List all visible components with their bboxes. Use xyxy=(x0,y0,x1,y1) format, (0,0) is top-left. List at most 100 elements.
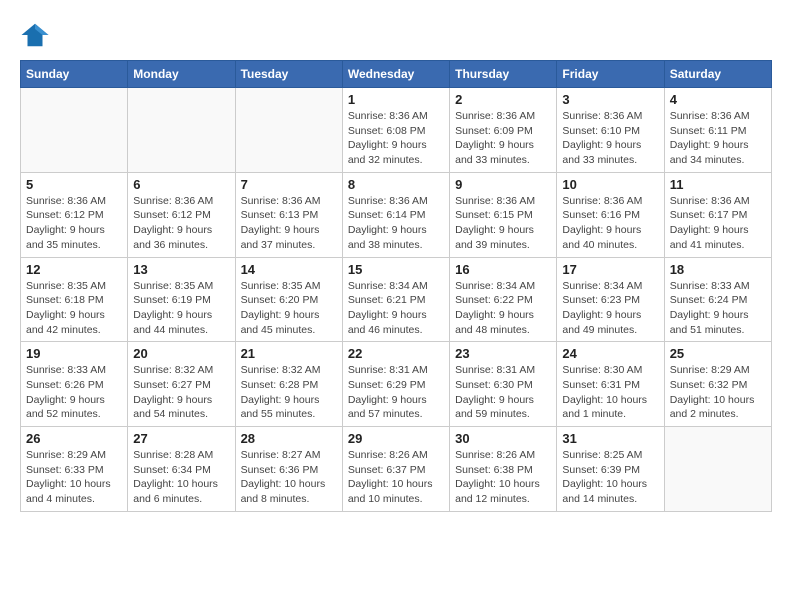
calendar-header-saturday: Saturday xyxy=(664,61,771,88)
day-info: Sunrise: 8:27 AM Sunset: 6:36 PM Dayligh… xyxy=(241,448,337,507)
day-number: 12 xyxy=(26,262,122,277)
calendar-cell: 16 Sunrise: 8:34 AM Sunset: 6:22 PM Dayli… xyxy=(450,257,557,342)
calendar-cell: 28 Sunrise: 8:27 AM Sunset: 6:36 PM Dayli… xyxy=(235,427,342,512)
calendar-cell xyxy=(235,88,342,173)
day-info: Sunrise: 8:36 AM Sunset: 6:10 PM Dayligh… xyxy=(562,109,658,168)
day-number: 27 xyxy=(133,431,229,446)
calendar-cell: 25 Sunrise: 8:29 AM Sunset: 6:32 PM Dayli… xyxy=(664,342,771,427)
day-number: 22 xyxy=(348,346,444,361)
calendar-header-friday: Friday xyxy=(557,61,664,88)
calendar-cell: 9 Sunrise: 8:36 AM Sunset: 6:15 PM Daylig… xyxy=(450,172,557,257)
day-number: 26 xyxy=(26,431,122,446)
day-number: 10 xyxy=(562,177,658,192)
calendar-cell: 2 Sunrise: 8:36 AM Sunset: 6:09 PM Daylig… xyxy=(450,88,557,173)
calendar-header-row: SundayMondayTuesdayWednesdayThursdayFrid… xyxy=(21,61,772,88)
calendar-cell xyxy=(664,427,771,512)
day-number: 1 xyxy=(348,92,444,107)
day-number: 14 xyxy=(241,262,337,277)
day-number: 24 xyxy=(562,346,658,361)
calendar-week-row: 1 Sunrise: 8:36 AM Sunset: 6:08 PM Daylig… xyxy=(21,88,772,173)
day-number: 21 xyxy=(241,346,337,361)
calendar-cell: 23Sunrise: 8:31 AM Sunset: 6:30 PM Dayli… xyxy=(450,342,557,427)
calendar-week-row: 19 Sunrise: 8:33 AM Sunset: 6:26 PM Dayli… xyxy=(21,342,772,427)
calendar-week-row: 5Sunrise: 8:36 AM Sunset: 6:12 PM Daylig… xyxy=(21,172,772,257)
day-info: Sunrise: 8:31 AM Sunset: 6:30 PM Dayligh… xyxy=(455,363,551,422)
calendar-cell: 13 Sunrise: 8:35 AM Sunset: 6:19 PM Dayli… xyxy=(128,257,235,342)
day-number: 9 xyxy=(455,177,551,192)
day-info: Sunrise: 8:36 AM Sunset: 6:13 PM Dayligh… xyxy=(241,194,337,253)
calendar-header-monday: Monday xyxy=(128,61,235,88)
calendar-cell: 24 Sunrise: 8:30 AM Sunset: 6:31 PM Dayli… xyxy=(557,342,664,427)
day-number: 29 xyxy=(348,431,444,446)
day-number: 16 xyxy=(455,262,551,277)
calendar-cell xyxy=(21,88,128,173)
day-info: Sunrise: 8:36 AM Sunset: 6:15 PM Dayligh… xyxy=(455,194,551,253)
calendar-cell: 31Sunrise: 8:25 AM Sunset: 6:39 PM Dayli… xyxy=(557,427,664,512)
calendar-cell: 8Sunrise: 8:36 AM Sunset: 6:14 PM Daylig… xyxy=(342,172,449,257)
day-number: 11 xyxy=(670,177,766,192)
day-number: 30 xyxy=(455,431,551,446)
day-info: Sunrise: 8:36 AM Sunset: 6:17 PM Dayligh… xyxy=(670,194,766,253)
calendar-cell: 14 Sunrise: 8:35 AM Sunset: 6:20 PM Dayli… xyxy=(235,257,342,342)
calendar-cell: 29 Sunrise: 8:26 AM Sunset: 6:37 PM Dayli… xyxy=(342,427,449,512)
calendar-cell: 12Sunrise: 8:35 AM Sunset: 6:18 PM Dayli… xyxy=(21,257,128,342)
page-header xyxy=(20,20,772,50)
day-info: Sunrise: 8:25 AM Sunset: 6:39 PM Dayligh… xyxy=(562,448,658,507)
day-number: 7 xyxy=(241,177,337,192)
day-number: 20 xyxy=(133,346,229,361)
day-info: Sunrise: 8:33 AM Sunset: 6:24 PM Dayligh… xyxy=(670,279,766,338)
day-number: 18 xyxy=(670,262,766,277)
day-info: Sunrise: 8:36 AM Sunset: 6:12 PM Dayligh… xyxy=(133,194,229,253)
calendar-cell: 19 Sunrise: 8:33 AM Sunset: 6:26 PM Dayli… xyxy=(21,342,128,427)
calendar-cell: 27 Sunrise: 8:28 AM Sunset: 6:34 PM Dayli… xyxy=(128,427,235,512)
day-number: 17 xyxy=(562,262,658,277)
day-number: 28 xyxy=(241,431,337,446)
calendar-cell: 11 Sunrise: 8:36 AM Sunset: 6:17 PM Dayli… xyxy=(664,172,771,257)
calendar-week-row: 12Sunrise: 8:35 AM Sunset: 6:18 PM Dayli… xyxy=(21,257,772,342)
day-info: Sunrise: 8:34 AM Sunset: 6:23 PM Dayligh… xyxy=(562,279,658,338)
day-info: Sunrise: 8:26 AM Sunset: 6:38 PM Dayligh… xyxy=(455,448,551,507)
calendar-cell: 17 Sunrise: 8:34 AM Sunset: 6:23 PM Dayli… xyxy=(557,257,664,342)
day-number: 13 xyxy=(133,262,229,277)
calendar-header-tuesday: Tuesday xyxy=(235,61,342,88)
day-info: Sunrise: 8:31 AM Sunset: 6:29 PM Dayligh… xyxy=(348,363,444,422)
day-info: Sunrise: 8:34 AM Sunset: 6:21 PM Dayligh… xyxy=(348,279,444,338)
day-info: Sunrise: 8:36 AM Sunset: 6:08 PM Dayligh… xyxy=(348,109,444,168)
calendar-cell: 22 Sunrise: 8:31 AM Sunset: 6:29 PM Dayli… xyxy=(342,342,449,427)
calendar-cell: 10 Sunrise: 8:36 AM Sunset: 6:16 PM Dayli… xyxy=(557,172,664,257)
day-info: Sunrise: 8:36 AM Sunset: 6:09 PM Dayligh… xyxy=(455,109,551,168)
calendar-cell xyxy=(128,88,235,173)
day-number: 2 xyxy=(455,92,551,107)
calendar-cell: 30 Sunrise: 8:26 AM Sunset: 6:38 PM Dayli… xyxy=(450,427,557,512)
day-info: Sunrise: 8:36 AM Sunset: 6:16 PM Dayligh… xyxy=(562,194,658,253)
day-info: Sunrise: 8:28 AM Sunset: 6:34 PM Dayligh… xyxy=(133,448,229,507)
calendar-header-sunday: Sunday xyxy=(21,61,128,88)
day-info: Sunrise: 8:36 AM Sunset: 6:12 PM Dayligh… xyxy=(26,194,122,253)
day-info: Sunrise: 8:33 AM Sunset: 6:26 PM Dayligh… xyxy=(26,363,122,422)
day-info: Sunrise: 8:35 AM Sunset: 6:19 PM Dayligh… xyxy=(133,279,229,338)
calendar-cell: 15 Sunrise: 8:34 AM Sunset: 6:21 PM Dayli… xyxy=(342,257,449,342)
day-info: Sunrise: 8:26 AM Sunset: 6:37 PM Dayligh… xyxy=(348,448,444,507)
calendar-cell: 6 Sunrise: 8:36 AM Sunset: 6:12 PM Daylig… xyxy=(128,172,235,257)
day-number: 6 xyxy=(133,177,229,192)
day-info: Sunrise: 8:29 AM Sunset: 6:32 PM Dayligh… xyxy=(670,363,766,422)
calendar-cell: 1 Sunrise: 8:36 AM Sunset: 6:08 PM Daylig… xyxy=(342,88,449,173)
day-info: Sunrise: 8:32 AM Sunset: 6:28 PM Dayligh… xyxy=(241,363,337,422)
calendar-cell: 5Sunrise: 8:36 AM Sunset: 6:12 PM Daylig… xyxy=(21,172,128,257)
day-info: Sunrise: 8:30 AM Sunset: 6:31 PM Dayligh… xyxy=(562,363,658,422)
calendar-header-thursday: Thursday xyxy=(450,61,557,88)
day-info: Sunrise: 8:32 AM Sunset: 6:27 PM Dayligh… xyxy=(133,363,229,422)
day-info: Sunrise: 8:34 AM Sunset: 6:22 PM Dayligh… xyxy=(455,279,551,338)
day-number: 3 xyxy=(562,92,658,107)
day-info: Sunrise: 8:29 AM Sunset: 6:33 PM Dayligh… xyxy=(26,448,122,507)
calendar: SundayMondayTuesdayWednesdayThursdayFrid… xyxy=(20,60,772,512)
calendar-cell: 3 Sunrise: 8:36 AM Sunset: 6:10 PM Daylig… xyxy=(557,88,664,173)
day-number: 19 xyxy=(26,346,122,361)
day-number: 25 xyxy=(670,346,766,361)
day-info: Sunrise: 8:36 AM Sunset: 6:11 PM Dayligh… xyxy=(670,109,766,168)
day-number: 8 xyxy=(348,177,444,192)
day-number: 15 xyxy=(348,262,444,277)
logo-icon xyxy=(20,20,50,50)
calendar-cell: 21 Sunrise: 8:32 AM Sunset: 6:28 PM Dayli… xyxy=(235,342,342,427)
day-info: Sunrise: 8:35 AM Sunset: 6:20 PM Dayligh… xyxy=(241,279,337,338)
